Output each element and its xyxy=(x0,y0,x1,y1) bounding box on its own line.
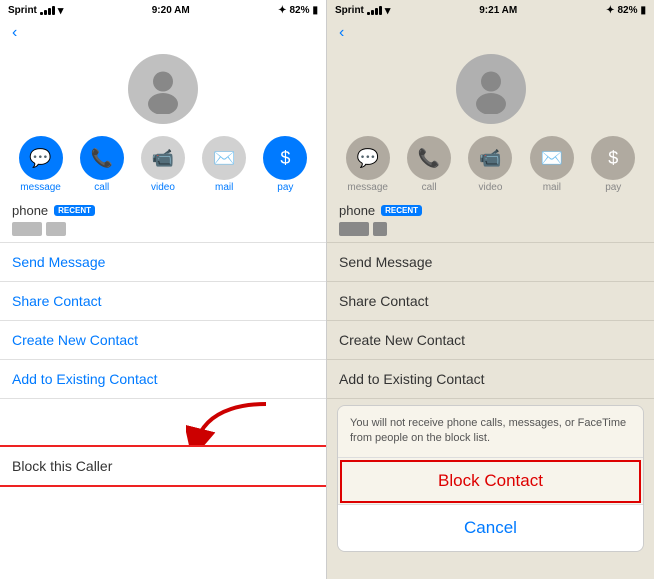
rnumber-block-1 xyxy=(339,222,369,236)
bar4 xyxy=(52,6,55,15)
message-label-right: message xyxy=(347,182,388,193)
action-call-left[interactable]: 📞 call xyxy=(80,136,124,193)
pay-icon-left: $ xyxy=(263,136,307,180)
action-video-right[interactable]: 📹 video xyxy=(468,136,512,193)
status-bar-right: Sprint ▾ 9:21 AM ✦ 82% ▮ xyxy=(327,0,654,20)
number-block-2 xyxy=(46,222,66,236)
menu-list-right: Send Message Share Contact Create New Co… xyxy=(327,242,654,399)
video-label-right: video xyxy=(479,182,503,193)
call-icon-right: 📞 xyxy=(407,136,451,180)
bluetooth-icon-right: ✦ xyxy=(606,5,614,16)
dialog-box: You will not receive phone calls, messag… xyxy=(337,405,644,552)
left-panel: Sprint ▾ 9:20 AM ✦ 82% ▮ ‹ � xyxy=(0,0,327,579)
menu-add-existing-right[interactable]: Add to Existing Contact xyxy=(327,360,654,399)
menu-create-contact-right[interactable]: Create New Contact xyxy=(327,321,654,360)
avatar-right xyxy=(456,54,526,124)
arrow-area xyxy=(0,399,326,439)
phone-row-right: phone RECENT xyxy=(327,197,654,222)
battery-icon-right: ▮ xyxy=(640,5,646,16)
message-label-left: message xyxy=(20,182,61,193)
block-contact-button[interactable]: Block Contact xyxy=(338,458,643,505)
bar2 xyxy=(44,10,47,15)
menu-send-message-right[interactable]: Send Message xyxy=(327,243,654,282)
wifi-icon-left: ▾ xyxy=(58,4,64,17)
mail-icon-left: ✉️ xyxy=(202,136,246,180)
time-right: 9:21 AM xyxy=(479,5,517,16)
action-call-right[interactable]: 📞 call xyxy=(407,136,451,193)
cancel-button[interactable]: Cancel xyxy=(338,505,643,551)
battery-right: 82% xyxy=(617,5,637,16)
action-buttons-right: 💬 message 📞 call 📹 video ✉️ mail $ pay xyxy=(327,130,654,197)
action-mail-left[interactable]: ✉️ mail xyxy=(202,136,246,193)
recent-badge-right: RECENT xyxy=(381,205,422,216)
signal-bars-left xyxy=(40,6,55,15)
video-icon-left: 📹 xyxy=(141,136,185,180)
carrier-left: Sprint xyxy=(8,5,37,16)
pay-label-left: pay xyxy=(277,182,293,193)
bar1 xyxy=(40,12,43,15)
rnumber-block-2 xyxy=(373,222,387,236)
recent-badge-left: RECENT xyxy=(54,205,95,216)
signal-bars-right xyxy=(367,6,382,15)
bar3 xyxy=(48,8,51,15)
phone-label-right: phone xyxy=(339,203,375,218)
rbar4 xyxy=(379,6,382,15)
mail-label-left: mail xyxy=(215,182,233,193)
message-icon-left: 💬 xyxy=(19,136,63,180)
mail-icon-right: ✉️ xyxy=(530,136,574,180)
video-icon-right: 📹 xyxy=(468,136,512,180)
mail-label-right: mail xyxy=(543,182,561,193)
avatar-icon-left xyxy=(138,64,188,114)
message-icon-right: 💬 xyxy=(346,136,390,180)
pay-label-right: pay xyxy=(605,182,621,193)
action-buttons-left: 💬 message 📞 call 📹 video ✉️ mail $ pay xyxy=(0,130,326,197)
action-message-right[interactable]: 💬 message xyxy=(346,136,390,193)
block-dialog: You will not receive phone calls, messag… xyxy=(327,405,654,552)
rbar2 xyxy=(371,10,374,15)
menu-share-contact-left[interactable]: Share Contact xyxy=(0,282,326,321)
block-caller-item[interactable]: Block this Caller xyxy=(0,445,326,487)
menu-share-contact-right[interactable]: Share Contact xyxy=(327,282,654,321)
avatar-section-right xyxy=(327,46,654,130)
action-mail-right[interactable]: ✉️ mail xyxy=(530,136,574,193)
menu-send-message-left[interactable]: Send Message xyxy=(0,243,326,282)
phone-label-left: phone xyxy=(12,203,48,218)
number-block-1 xyxy=(12,222,42,236)
avatar-left xyxy=(128,54,198,124)
avatar-section-left xyxy=(0,46,326,130)
action-pay-right[interactable]: $ pay xyxy=(591,136,635,193)
bluetooth-icon-left: ✦ xyxy=(278,5,286,16)
phone-number-right xyxy=(327,222,654,242)
menu-create-contact-left[interactable]: Create New Contact xyxy=(0,321,326,360)
status-bar-left: Sprint ▾ 9:20 AM ✦ 82% ▮ xyxy=(0,0,326,20)
menu-list-left: Send Message Share Contact Create New Co… xyxy=(0,242,326,399)
time-left: 9:20 AM xyxy=(152,5,190,16)
action-video-left[interactable]: 📹 video xyxy=(141,136,185,193)
back-button-right[interactable]: ‹ xyxy=(327,20,654,46)
back-button-left[interactable]: ‹ xyxy=(0,20,326,46)
action-message-left[interactable]: 💬 message xyxy=(19,136,63,193)
call-label-right: call xyxy=(422,182,437,193)
rbar3 xyxy=(375,8,378,15)
rbar1 xyxy=(367,12,370,15)
wifi-icon-right: ▾ xyxy=(385,4,391,17)
avatar-icon-right xyxy=(466,64,516,114)
video-label-left: video xyxy=(151,182,175,193)
menu-add-existing-left[interactable]: Add to Existing Contact xyxy=(0,360,326,399)
right-panel: Sprint ▾ 9:21 AM ✦ 82% ▮ ‹ � xyxy=(327,0,654,579)
phone-row-left: phone RECENT xyxy=(0,197,326,222)
phone-number-left xyxy=(0,222,326,242)
warning-text: You will not receive phone calls, messag… xyxy=(338,406,643,458)
carrier-right: Sprint xyxy=(335,5,364,16)
pay-icon-right: $ xyxy=(591,136,635,180)
call-label-left: call xyxy=(94,182,109,193)
action-pay-left[interactable]: $ pay xyxy=(263,136,307,193)
call-icon-left: 📞 xyxy=(80,136,124,180)
battery-left: 82% xyxy=(289,5,309,16)
battery-icon-left: ▮ xyxy=(312,5,318,16)
